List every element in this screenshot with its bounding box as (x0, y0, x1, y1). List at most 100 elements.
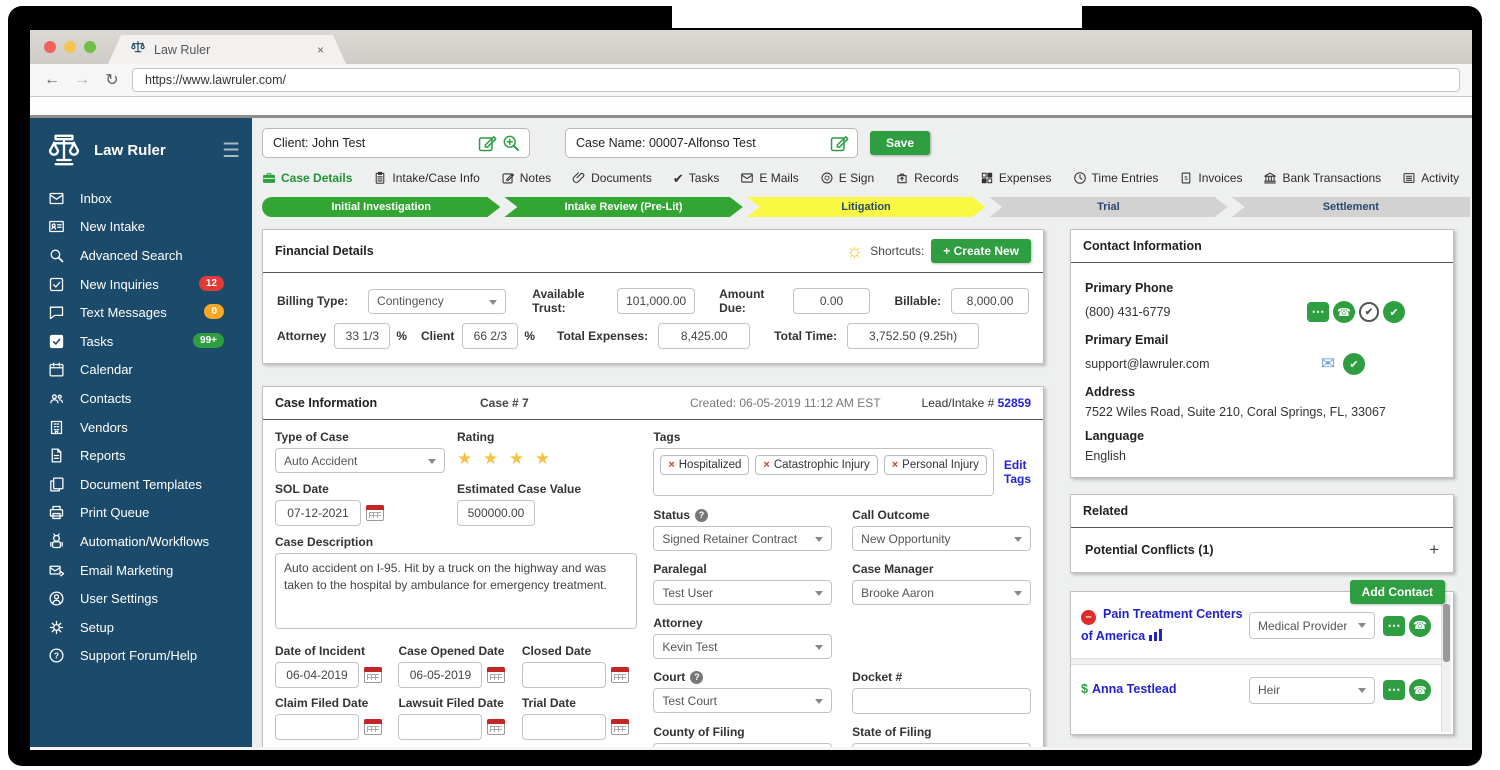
billing-type-select[interactable]: Contingency (368, 289, 506, 314)
case-opened-date-calendar-icon[interactable] (487, 667, 505, 683)
sidebar-item-contacts[interactable]: Contacts (30, 384, 252, 413)
sol-date-calendar-icon[interactable] (366, 505, 384, 521)
create-new-button[interactable]: + Create New (931, 239, 1031, 263)
tab-bank-transactions[interactable]: Bank Transactions (1263, 171, 1381, 185)
zoom-window-button[interactable] (84, 41, 96, 53)
billable-value[interactable]: 8,000.00 (951, 288, 1029, 314)
court-help-icon[interactable]: ? (690, 671, 703, 684)
call-phone-icon[interactable]: ☎ (1333, 301, 1355, 323)
total-time-value[interactable]: 3,752.50 (9.25h) (847, 323, 979, 349)
contact-name-link[interactable]: –Pain Treatment Centers of America (1081, 604, 1249, 648)
available-trust-value[interactable]: 101,000.00 (617, 288, 695, 314)
contacts-scrollbar[interactable] (1441, 594, 1451, 732)
sidebar-item-document-templates[interactable]: Document Templates (30, 470, 252, 499)
tab-documents[interactable]: Documents (572, 171, 652, 185)
lawsuit-filed-date-input[interactable] (398, 714, 482, 740)
date-of-incident-input[interactable]: 06-04-2019 (275, 662, 359, 688)
date-of-incident-calendar-icon[interactable] (364, 667, 382, 683)
sidebar-item-setup[interactable]: Setup (30, 613, 252, 642)
state-select[interactable]: Florida (852, 743, 1031, 747)
send-email-icon[interactable]: ✉ (1317, 353, 1339, 375)
phone-verified-outline-icon[interactable]: ✔ (1359, 302, 1379, 322)
trial-date-calendar-icon[interactable] (611, 719, 629, 735)
claim-filed-date-calendar-icon[interactable] (364, 719, 382, 735)
tab-esign[interactable]: E Sign (820, 171, 874, 185)
lawsuit-filed-date-calendar-icon[interactable] (487, 719, 505, 735)
tab-emails[interactable]: E Mails (740, 171, 798, 185)
contact-role-select[interactable]: Medical Provider (1249, 612, 1375, 639)
expand-conflicts-icon[interactable]: + (1429, 540, 1439, 560)
sidebar-item-automation[interactable]: Automation/Workflows (30, 527, 252, 556)
status-select[interactable]: Signed Retainer Contract (653, 526, 832, 551)
remove-contact-icon[interactable]: – (1081, 610, 1096, 625)
amount-due-value[interactable]: 0.00 (793, 288, 871, 314)
attorney-select[interactable]: Kevin Test (653, 634, 832, 659)
sidebar-item-new-inquiries[interactable]: New Inquiries 12 (30, 270, 252, 299)
tab-time-entries[interactable]: Time Entries (1073, 171, 1159, 185)
sidebar-item-support[interactable]: ? Support Forum/Help (30, 642, 252, 671)
sidebar-item-new-intake[interactable]: New Intake (30, 213, 252, 242)
forward-icon[interactable]: → (72, 71, 92, 89)
stage-initial-investigation[interactable]: Initial Investigation (262, 197, 500, 217)
stage-settlement[interactable]: Settlement (1232, 197, 1470, 217)
trial-date-input[interactable] (522, 714, 606, 740)
tab-case-details[interactable]: Case Details (262, 171, 352, 185)
county-input[interactable]: Broward County (653, 743, 832, 747)
close-window-button[interactable] (44, 41, 56, 53)
court-select[interactable]: Test Court (653, 688, 832, 713)
closed-date-calendar-icon[interactable] (611, 667, 629, 683)
remove-tag-icon[interactable]: × (763, 459, 769, 471)
contact-sms-icon[interactable]: ⋯ (1383, 680, 1405, 700)
paralegal-select[interactable]: Test User (653, 580, 832, 605)
hamburger-menu-icon[interactable]: ☰ (222, 138, 240, 163)
tab-records[interactable]: Records (895, 171, 959, 185)
tab-tasks[interactable]: ✔ Tasks (673, 171, 720, 185)
contact-call-icon[interactable]: ☎ (1409, 679, 1431, 701)
email-verified-icon[interactable]: ✔ (1343, 353, 1365, 375)
attorney-pct-input[interactable]: 33 1/3 (334, 323, 390, 349)
type-of-case-select[interactable]: Auto Accident (275, 448, 445, 473)
remove-tag-icon[interactable]: × (892, 459, 898, 471)
estimated-value-input[interactable]: 500000.00 (457, 500, 535, 526)
lead-intake-link[interactable]: 52859 (998, 396, 1031, 410)
sidebar-item-email-marketing[interactable]: Email Marketing (30, 556, 252, 585)
phone-verified-icon[interactable]: ✔ (1383, 301, 1405, 323)
stage-trial[interactable]: Trial (989, 197, 1227, 217)
stage-litigation[interactable]: Litigation (747, 197, 985, 217)
tab-intake-case-info[interactable]: Intake/Case Info (373, 171, 479, 185)
call-outcome-select[interactable]: New Opportunity (852, 526, 1031, 551)
client-pct-input[interactable]: 66 2/3 (462, 323, 518, 349)
back-icon[interactable]: ← (42, 71, 62, 89)
closed-date-input[interactable] (522, 662, 606, 688)
sidebar-item-text-messages[interactable]: Text Messages 0 (30, 298, 252, 327)
edit-case-name-icon[interactable] (829, 133, 849, 153)
remove-tag-icon[interactable]: × (668, 459, 674, 471)
reload-icon[interactable]: ↻ (102, 70, 122, 90)
sidebar-item-print-queue[interactable]: Print Queue (30, 499, 252, 528)
minimize-window-button[interactable] (64, 41, 76, 53)
sidebar-item-vendors[interactable]: Vendors (30, 413, 252, 442)
sidebar-item-user-settings[interactable]: User Settings (30, 584, 252, 613)
sidebar-item-inbox[interactable]: Inbox (30, 184, 252, 213)
tags-box[interactable]: ×Hospitalized ×Catastrophic Injury ×Pers… (653, 448, 994, 496)
rating-stars[interactable]: ★ ★ ★ ★ (457, 450, 553, 467)
claim-filed-date-input[interactable] (275, 714, 359, 740)
add-contact-button[interactable]: Add Contact (1350, 580, 1445, 604)
tab-activity[interactable]: Activity (1402, 171, 1459, 185)
case-opened-date-input[interactable]: 06-05-2019 (398, 662, 482, 688)
sol-date-input[interactable]: 07-12-2021 (275, 500, 361, 526)
edit-tags-link[interactable]: Edit Tags (1004, 458, 1031, 486)
send-sms-icon[interactable]: ⋯ (1307, 302, 1329, 322)
tab-notes[interactable]: Notes (501, 171, 551, 185)
search-client-icon[interactable] (501, 133, 521, 153)
potential-conflicts-label[interactable]: Potential Conflicts (1) (1085, 543, 1213, 557)
edit-client-icon[interactable] (477, 133, 497, 153)
scrollbar-thumb[interactable] (1443, 604, 1450, 662)
save-button[interactable]: Save (870, 131, 930, 155)
sidebar-item-calendar[interactable]: Calendar (30, 356, 252, 385)
contact-call-icon[interactable]: ☎ (1409, 615, 1431, 637)
browser-tab[interactable]: Law Ruler × (108, 35, 346, 64)
total-expenses-value[interactable]: 8,425.00 (658, 323, 750, 349)
tab-expenses[interactable]: Expenses (980, 171, 1052, 185)
sidebar-item-advanced-search[interactable]: Advanced Search (30, 241, 252, 270)
